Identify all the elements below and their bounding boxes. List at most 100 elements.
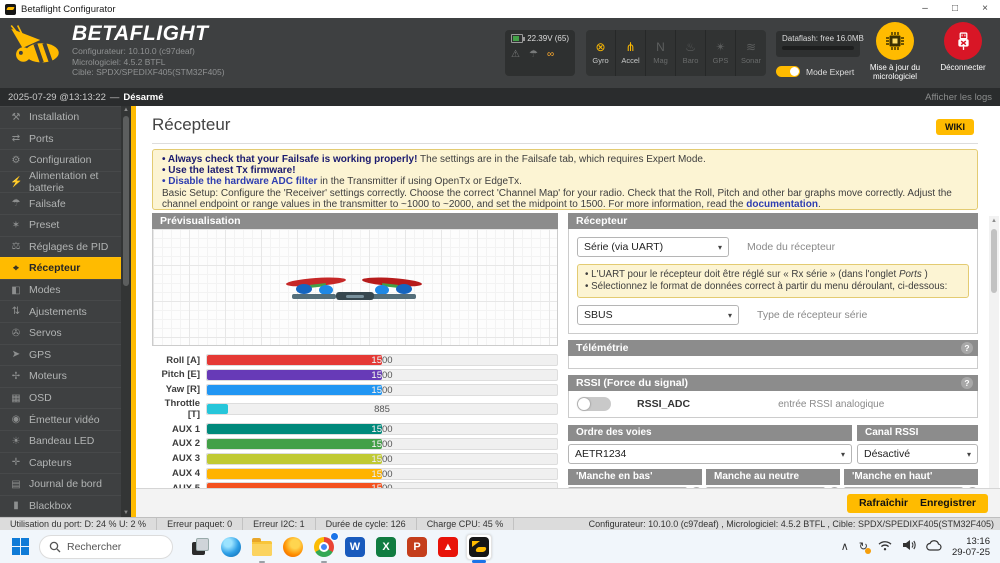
sidebar-item-pid-tuning[interactable]: ⚖Réglages de PID <box>0 236 121 258</box>
content-scroll-thumb[interactable] <box>991 229 997 293</box>
stick-low-header: 'Manche en bas' <box>568 469 702 485</box>
sidebar-item-ports[interactable]: ⇄Ports <box>0 128 121 150</box>
channel-label: AUX 3 <box>152 453 200 464</box>
scroll-up-icon[interactable]: ▲ <box>121 107 131 113</box>
sensor-label: Sonar <box>741 56 761 65</box>
disconnect-button[interactable]: Déconnecter <box>932 22 994 72</box>
taskbar-chrome-icon[interactable] <box>311 534 337 560</box>
sensor-bar: ⊗Gyro⋔AccelNMag♨Baro✴GPS≋Sonar <box>586 30 766 76</box>
receiver-mode-select[interactable]: Série (via UART) ▾ <box>577 237 729 257</box>
rssi-channel-select[interactable]: Désactivé ▾ <box>857 444 978 464</box>
dataflash-usage-bar <box>782 46 854 50</box>
sensor-label: GPS <box>713 56 729 65</box>
channel-map-select[interactable]: AETR1234 ▾ <box>568 444 852 464</box>
sidebar-item-logging[interactable]: ▤Journal de bord <box>0 473 121 495</box>
sidebar-item-installation[interactable]: ⚒Installation <box>0 106 121 128</box>
arming-state: Désarmé <box>123 92 163 103</box>
antenna-icon: ◉ <box>10 414 22 425</box>
channel-row-4: AUX 115001500 <box>152 423 558 435</box>
taskbar-edge-icon[interactable] <box>218 534 244 560</box>
documentation-link[interactable]: documentation <box>746 199 818 210</box>
sidebar-item-sensors[interactable]: ✛Capteurs <box>0 452 121 474</box>
tray-chevron-icon[interactable]: ∧ <box>841 541 849 553</box>
battery-voltage: 22.39V (65) <box>527 34 569 43</box>
sidebar-item-servos[interactable]: ✇Servos <box>0 322 121 344</box>
sidebar-item-configuration[interactable]: ⚙Configuration <box>0 149 121 171</box>
sidebar-item-label: Capteurs <box>29 457 72 469</box>
taskbar-betaflight-icon[interactable] <box>466 534 492 560</box>
firmware-update-button[interactable]: Mise à jour du micrologiciel <box>864 22 926 81</box>
restore-button[interactable]: □ <box>940 0 970 18</box>
sidebar: ⚒Installation⇄Ports⚙Configuration⚡Alimen… <box>0 106 136 517</box>
channel-value: 885 <box>207 404 557 415</box>
window-titlebar: Betaflight Configurator – □ × <box>0 0 1000 18</box>
show-logs-link[interactable]: Afficher les logs <box>925 92 992 103</box>
taskbar-firefox-icon[interactable] <box>280 534 306 560</box>
sidebar-item-preset[interactable]: ✶Preset <box>0 214 121 236</box>
scroll-down-icon[interactable]: ▼ <box>121 510 131 516</box>
app-icon <box>5 4 16 15</box>
channel-label: AUX 2 <box>152 438 200 449</box>
start-button[interactable] <box>12 538 29 555</box>
rssi-adc-toggle[interactable] <box>577 397 611 411</box>
receiver-tab-content: Récepteur WIKI • Always check that your … <box>136 106 1000 488</box>
taskbar-clock[interactable]: 13:16 29-07-25 <box>952 536 990 558</box>
taskbar-powerpoint-icon[interactable]: P <box>404 534 430 560</box>
serial-provider-select[interactable]: SBUS ▾ <box>577 305 739 325</box>
osd-icon: ▦ <box>10 393 22 404</box>
scroll-up-icon[interactable]: ▲ <box>989 218 999 224</box>
channel-label: AUX 1 <box>152 424 200 435</box>
sidebar-item-receiver[interactable]: ⌖Récepteur <box>0 257 121 279</box>
clock-date: 29-07-25 <box>952 547 990 558</box>
taskbar-acrobat-icon[interactable]: ▲ <box>435 534 461 560</box>
logbook-icon: ▤ <box>10 479 22 490</box>
wiki-button[interactable]: WIKI <box>936 119 974 135</box>
receiver-panel: Récepteur Série (via UART) ▾ Mode du réc… <box>568 213 978 334</box>
sidebar-item-video-transmitter[interactable]: ◉Émetteur vidéo <box>0 408 121 430</box>
sidebar-scrollbar[interactable]: ▲ ▼ <box>121 106 131 517</box>
volume-icon[interactable] <box>902 539 916 554</box>
receiver-icon: ⌖ <box>10 263 22 274</box>
receiver-note: • Always check that your Failsafe is wor… <box>152 149 978 210</box>
rssi-panel: RSSI (Force du signal) ? RSSI_ADC entrée… <box>568 375 978 418</box>
content-scrollbar[interactable]: ▲ ▼ <box>989 216 999 488</box>
sidebar-item-blackbox[interactable]: ▮Blackbox <box>0 495 121 517</box>
sync-icon[interactable]: ↻ <box>859 541 868 553</box>
taskbar-search[interactable]: Rechercher <box>39 535 173 559</box>
taskbar-file-explorer-icon[interactable] <box>249 534 275 560</box>
taskbar-task-view-icon[interactable] <box>187 534 213 560</box>
sidebar-item-motors[interactable]: ✢Moteurs <box>0 365 121 387</box>
receiver-mode-label: Mode du récepteur <box>747 241 835 253</box>
close-button[interactable]: × <box>970 0 1000 18</box>
quad-preview-canvas[interactable] <box>152 229 558 346</box>
mag-icon: N <box>656 41 665 54</box>
minimize-button[interactable]: – <box>910 0 940 18</box>
link-icon: ∞ <box>547 49 554 61</box>
sidebar-items: ⚒Installation⇄Ports⚙Configuration⚡Alimen… <box>0 106 121 517</box>
help-icon[interactable]: ? <box>961 377 973 389</box>
sensor-label: Mag <box>653 56 668 65</box>
cloud-icon[interactable] <box>926 540 942 554</box>
wifi-icon[interactable] <box>878 540 892 554</box>
channel-row-6: AUX 315001500 <box>152 453 558 465</box>
sidebar-item-power-battery[interactable]: ⚡Alimentation et batterie <box>0 171 121 193</box>
sensor-baro: ♨Baro <box>676 30 706 76</box>
sidebar-item-osd[interactable]: ▦OSD <box>0 387 121 409</box>
sidebar-item-label: Blackbox <box>29 500 72 512</box>
taskbar-excel-icon[interactable]: X <box>373 534 399 560</box>
sidebar-item-adjustments[interactable]: ⇅Ajustements <box>0 300 121 322</box>
sidebar-item-modes[interactable]: ◧Modes <box>0 279 121 301</box>
sidebar-item-label: Alimentation et batterie <box>29 170 121 194</box>
battery-icon <box>511 34 523 43</box>
sidebar-item-failsafe[interactable]: ☂Failsafe <box>0 192 121 214</box>
expert-mode-toggle[interactable] <box>776 66 800 77</box>
sidebar-scroll-thumb[interactable] <box>123 116 129 286</box>
adc-filter-link[interactable]: • Disable the hardware ADC filter <box>162 176 317 187</box>
save-button[interactable]: Enregistrer <box>908 494 988 513</box>
sidebar-item-led-strip[interactable]: ☀Bandeau LED <box>0 430 121 452</box>
taskbar-word-icon[interactable]: W <box>342 534 368 560</box>
betaflight-logo: BETAFLIGHT Configurateur: 10.10.0 (c97de… <box>8 22 225 78</box>
warning-icon: ⚠ <box>511 49 520 61</box>
help-icon[interactable]: ? <box>961 342 973 354</box>
sidebar-item-gps[interactable]: ➤GPS <box>0 344 121 366</box>
